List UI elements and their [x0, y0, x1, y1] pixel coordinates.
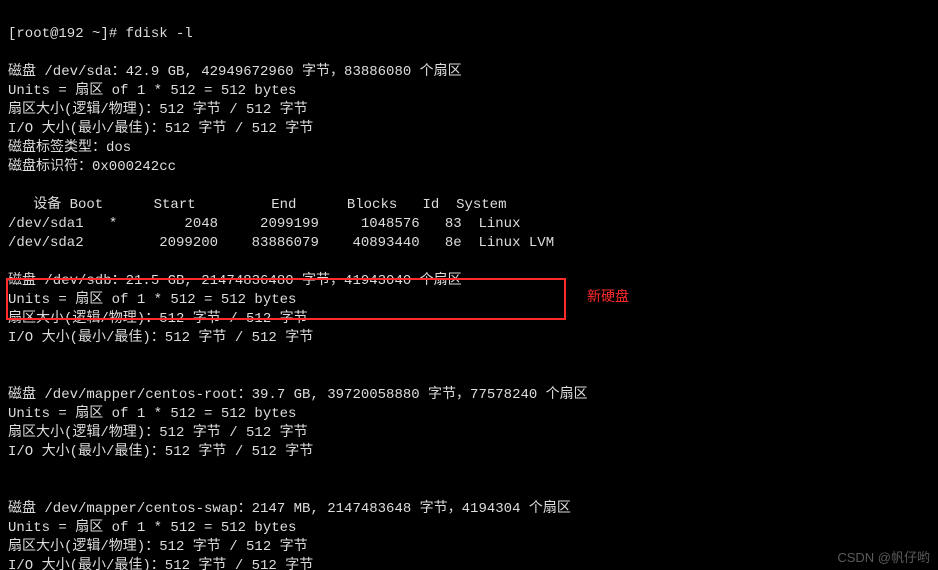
disk-centosswap-sector: 扇区大小(逻辑/物理)：512 字节 / 512 字节	[8, 539, 308, 555]
disk-sdb-sector: 扇区大小(逻辑/物理)：512 字节 / 512 字节	[8, 311, 308, 327]
partition-row-sda2: /dev/sda2 2099200 83886079 40893440 8e L…	[8, 235, 554, 251]
disk-sda-header: 磁盘 /dev/sda：42.9 GB, 42949672960 字节，8388…	[8, 64, 462, 80]
watermark: CSDN @帆仔哟	[837, 547, 930, 566]
disk-centosroot-io: I/O 大小(最小/最佳)：512 字节 / 512 字节	[8, 444, 313, 460]
disk-sda-labeltype: 磁盘标签类型：dos	[8, 140, 131, 156]
disk-sda-units: Units = 扇区 of 1 * 512 = 512 bytes	[8, 83, 296, 99]
disk-sda-sector: 扇区大小(逻辑/物理)：512 字节 / 512 字节	[8, 102, 308, 118]
disk-sdb-header: 磁盘 /dev/sdb：21.5 GB, 21474836480 字节，4194…	[8, 273, 462, 289]
disk-centosroot-sector: 扇区大小(逻辑/物理)：512 字节 / 512 字节	[8, 425, 308, 441]
partition-table-header: 设备 Boot Start End Blocks Id System	[8, 197, 506, 213]
disk-centosswap-units: Units = 扇区 of 1 * 512 = 512 bytes	[8, 520, 296, 536]
disk-centosswap-io: I/O 大小(最小/最佳)：512 字节 / 512 字节	[8, 558, 313, 570]
disk-sdb-units: Units = 扇区 of 1 * 512 = 512 bytes	[8, 292, 296, 308]
shell-prompt-line: [root@192 ~]# fdisk -l	[8, 26, 193, 42]
disk-centosswap-header: 磁盘 /dev/mapper/centos-swap：2147 MB, 2147…	[8, 501, 571, 517]
annotation-new-disk: 新硬盘	[587, 286, 629, 306]
partition-row-sda1: /dev/sda1 * 2048 2099199 1048576 83 Linu…	[8, 216, 520, 232]
disk-centosroot-units: Units = 扇区 of 1 * 512 = 512 bytes	[8, 406, 296, 422]
disk-sda-identifier: 磁盘标识符：0x000242cc	[8, 159, 176, 175]
disk-sda-io: I/O 大小(最小/最佳)：512 字节 / 512 字节	[8, 121, 313, 137]
disk-sdb-io: I/O 大小(最小/最佳)：512 字节 / 512 字节	[8, 330, 313, 346]
terminal-output: [root@192 ~]# fdisk -l 磁盘 /dev/sda：42.9 …	[0, 0, 938, 570]
disk-centosroot-header: 磁盘 /dev/mapper/centos-root：39.7 GB, 3972…	[8, 387, 588, 403]
